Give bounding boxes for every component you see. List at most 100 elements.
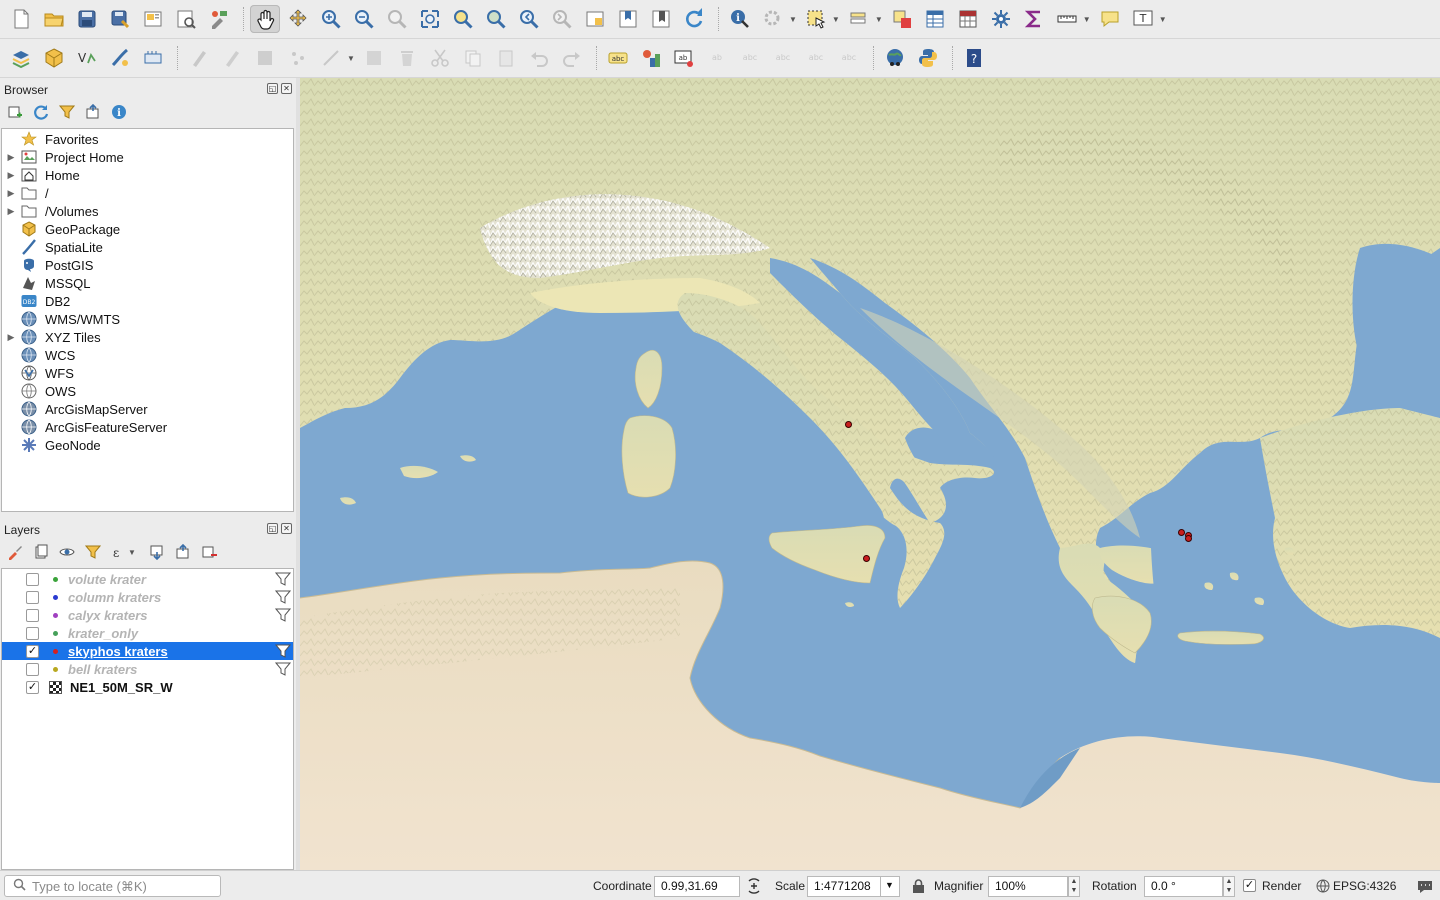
layer-visibility-checkbox[interactable] [26, 608, 39, 622]
browser-item-arcgisfeatureserver[interactable]: ArcGisFeatureServer [2, 418, 293, 436]
browser-item-project-home[interactable]: ▶ Project Home [2, 148, 293, 166]
layer-filter-icon[interactable] [274, 607, 292, 623]
show-hide-labels-icon[interactable]: abc [735, 44, 765, 72]
locator-bar[interactable] [4, 875, 221, 897]
browser-item-root[interactable]: ▶ / [2, 184, 293, 202]
browser-item-postgis[interactable]: PostGIS [2, 256, 293, 274]
crs-globe-icon[interactable] [1316, 879, 1330, 896]
browser-item-home[interactable]: ▶ Home [2, 166, 293, 184]
rotate-label-icon[interactable]: abc [801, 44, 831, 72]
layer-visibility-checkbox[interactable]: ✓ [26, 644, 39, 658]
magnifier-spinner[interactable]: ▲ ▼ [1068, 876, 1080, 897]
layer-item-ne1-50m-sr-w[interactable]: ✓ NE1_50M_SR_W [2, 678, 293, 696]
pin-labels-icon[interactable]: ab [669, 44, 699, 72]
open-project-icon[interactable] [39, 5, 69, 33]
chevron-down-icon[interactable]: ▼ [128, 548, 136, 557]
skyphos-point-athens-1[interactable] [1178, 529, 1185, 536]
toolbox-icon[interactable] [986, 5, 1016, 33]
float-panel-icon[interactable]: ◱ [267, 523, 278, 534]
rotation-field[interactable]: 0.0 ° [1144, 876, 1223, 897]
scale-dropdown[interactable]: ▼ [880, 876, 900, 897]
vertex-tool-icon[interactable] [316, 44, 346, 72]
collapse-all-icon[interactable] [84, 103, 102, 121]
browser-item-arcgismapserver[interactable]: ArcGisMapServer [2, 400, 293, 418]
render-checkbox[interactable]: ✓ [1243, 879, 1256, 892]
style-manager-icon[interactable] [204, 5, 234, 33]
new-spatialite-icon[interactable] [105, 44, 135, 72]
label-tool-icon[interactable]: abc [603, 44, 633, 72]
layer-filter-icon[interactable] [274, 571, 292, 587]
save-project-icon[interactable] [72, 5, 102, 33]
refresh-icon[interactable] [679, 5, 709, 33]
paste-icon[interactable] [491, 44, 521, 72]
browser-item-wms-wmts[interactable]: WMS/WMTS [2, 310, 293, 328]
browser-item-mssql[interactable]: MSSQL [2, 274, 293, 292]
filter-expression-icon[interactable]: ε [110, 543, 128, 561]
filter-legend-icon[interactable] [84, 543, 102, 561]
show-bookmarks-icon[interactable] [646, 5, 676, 33]
expand-arrow-icon[interactable]: ▶ [2, 188, 20, 199]
diagram-tool-icon[interactable] [636, 44, 666, 72]
chevron-down-icon[interactable]: ▼ [1159, 15, 1167, 24]
layer-visibility-checkbox[interactable] [26, 626, 39, 640]
zoom-native-icon[interactable] [382, 5, 412, 33]
skyphos-point-campania[interactable] [845, 421, 852, 428]
browser-item-ows[interactable]: OWS [2, 382, 293, 400]
add-selected-layers-icon[interactable] [6, 103, 24, 121]
print-layout-icon[interactable] [138, 5, 168, 33]
text-annotation-icon[interactable]: T [1128, 5, 1158, 33]
browser-item-spatialite[interactable]: SpatiaLite [2, 238, 293, 256]
deselect-icon[interactable] [887, 5, 917, 33]
layer-filter-icon[interactable] [274, 661, 292, 677]
chevron-down-icon[interactable]: ▼ [1083, 15, 1091, 24]
layer-item-bell-kraters[interactable]: bell kraters [2, 660, 293, 678]
coordinate-field[interactable]: 0.99,31.69 [654, 876, 740, 897]
expand-arrow-icon[interactable]: ▶ [2, 332, 20, 343]
expand-all-icon[interactable] [148, 543, 166, 561]
new-geopackage-icon[interactable] [39, 44, 69, 72]
chevron-down-icon[interactable]: ▼ [875, 15, 883, 24]
save-edits-icon[interactable] [250, 44, 280, 72]
filter-icon[interactable] [58, 103, 76, 121]
select-by-value-icon[interactable] [844, 5, 874, 33]
map-canvas[interactable] [300, 78, 1440, 870]
add-feature-icon[interactable] [283, 44, 313, 72]
copy-icon[interactable] [458, 44, 488, 72]
rotation-spinner[interactable]: ▲ ▼ [1223, 876, 1235, 897]
close-panel-icon[interactable]: ✕ [281, 83, 292, 94]
new-shapefile-icon[interactable]: V [72, 44, 102, 72]
browser-item-volumes[interactable]: ▶ /Volumes [2, 202, 293, 220]
manage-visibility-icon[interactable] [58, 543, 76, 561]
redo-icon[interactable] [557, 44, 587, 72]
magnifier-field[interactable]: 100% [988, 876, 1068, 897]
new-bookmark-icon[interactable] [613, 5, 643, 33]
pan-icon[interactable] [250, 5, 280, 33]
browser-tree[interactable]: Favorites ▶ Project Home ▶ Home ▶ / ▶/Volumes Ge… [1, 128, 294, 512]
toggle-editing-icon[interactable] [217, 44, 247, 72]
locator-input[interactable] [32, 878, 212, 894]
move-label-icon[interactable]: abc [768, 44, 798, 72]
crs-label[interactable]: EPSG:4326 [1333, 879, 1396, 893]
lock-icon[interactable] [912, 878, 925, 897]
close-panel-icon[interactable]: ✕ [281, 523, 292, 534]
zoom-out-icon[interactable] [349, 5, 379, 33]
identify-icon[interactable]: i [725, 5, 755, 33]
statistics-icon[interactable] [1019, 5, 1049, 33]
delete-selected-icon[interactable] [392, 44, 422, 72]
data-source-manager-icon[interactable] [6, 44, 36, 72]
open-layer-styling-icon[interactable] [6, 543, 24, 561]
add-group-icon[interactable] [32, 543, 50, 561]
zoom-full-icon[interactable] [415, 5, 445, 33]
select-features-icon[interactable] [801, 5, 831, 33]
expand-arrow-icon[interactable]: ▶ [2, 206, 20, 217]
browser-item-favorites[interactable]: Favorites [2, 130, 293, 148]
undo-icon[interactable] [524, 44, 554, 72]
save-as-icon[interactable] [105, 5, 135, 33]
change-label-icon[interactable]: abc [834, 44, 864, 72]
browser-item-geopackage[interactable]: GeoPackage [2, 220, 293, 238]
refresh-icon[interactable] [32, 103, 50, 121]
info-icon[interactable]: i [110, 103, 128, 121]
attribute-table-icon[interactable] [920, 5, 950, 33]
expand-arrow-icon[interactable]: ▶ [2, 152, 20, 163]
layers-tree[interactable]: volute krater column kraters calyx kraters… [1, 568, 294, 870]
